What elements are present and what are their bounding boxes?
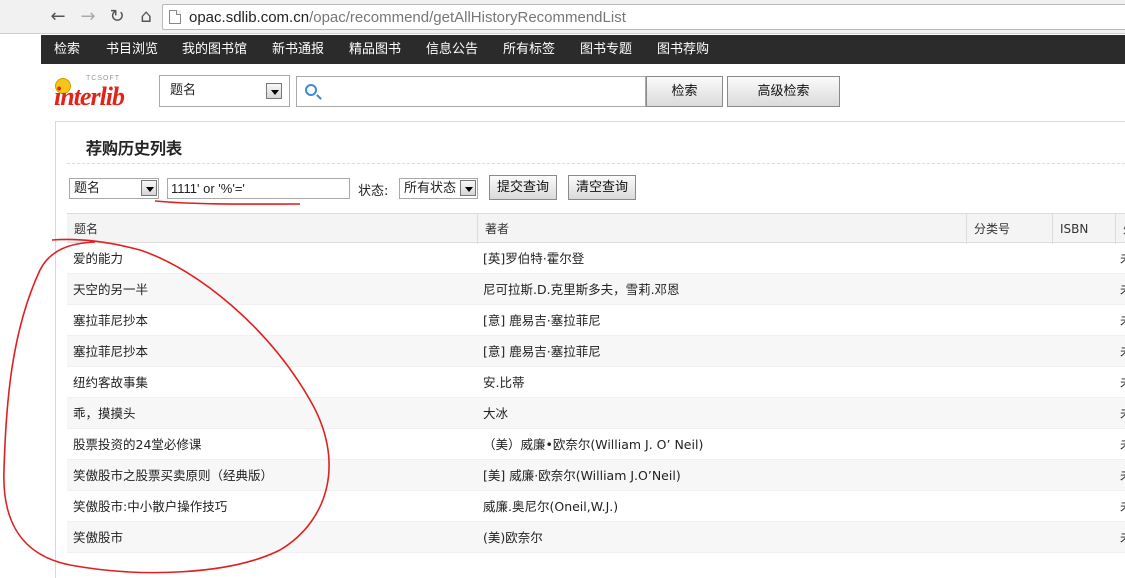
cell-status: 未 [1120, 491, 1125, 522]
page-icon [169, 10, 181, 24]
logo-tcsoft: TCSOFT [86, 75, 120, 82]
status-select-value: 所有状态 [404, 181, 457, 196]
cell-status: 未 [1120, 305, 1125, 336]
browser-toolbar: ← → ↻ ⌂ opac.sdlib.com.cn/opac/recommend… [0, 0, 1125, 34]
cell-status: 未 [1120, 336, 1125, 367]
cell-author: (美)欧奈尔 [483, 530, 543, 545]
table-row[interactable]: 笑傲股市 (美)欧奈尔 未 [67, 522, 1125, 553]
cell-title[interactable]: 塞拉菲尼抄本 [73, 336, 148, 367]
cell-status: 未 [1120, 460, 1125, 491]
cell-author: [意] 鹿易吉·塞拉菲尼 [483, 313, 601, 328]
submit-query-button[interactable]: 提交查询 [489, 175, 557, 200]
table-row[interactable]: 塞拉菲尼抄本 [意] 鹿易吉·塞拉菲尼 未 [67, 336, 1125, 367]
cell-title[interactable]: 爱的能力 [73, 243, 123, 274]
cell-author: [英]罗伯特·霍尔登 [483, 251, 585, 266]
address-bar[interactable]: opac.sdlib.com.cn/opac/recommend/getAllH… [162, 4, 1125, 30]
chevron-down-icon [141, 180, 157, 196]
divider [67, 163, 1125, 164]
cell-status: 未 [1120, 367, 1125, 398]
nav-item-my-library[interactable]: 我的图书馆 [182, 35, 247, 64]
url-path: /opac/recommend/getAllHistoryRecommendLi… [309, 9, 626, 26]
nav-item-announcements[interactable]: 信息公告 [426, 35, 478, 64]
cell-status: 未 [1120, 398, 1125, 429]
site-nav: 检索 书目浏览 我的图书馆 新书通报 精品图书 信息公告 所有标签 图书专题 图… [41, 35, 1125, 64]
cell-title[interactable]: 股票投资的24堂必修课 [73, 429, 201, 460]
cell-title[interactable]: 笑傲股市之股票买卖原则（经典版） [73, 460, 273, 491]
cell-author: 威廉.奥尼尔(Oneil,W.J.) [483, 499, 619, 514]
cell-author: （美）威廉•欧奈尔(William J. O’ Neil) [483, 437, 704, 452]
cell-author: 尼可拉斯.D.克里斯多夫，雪莉.邓恩 [483, 282, 680, 297]
reload-icon[interactable]: ↻ [106, 6, 128, 28]
table-row[interactable]: 笑傲股市之股票买卖原则（经典版） [美] 威廉·欧奈尔(William J.O’… [67, 460, 1125, 491]
search-field-select[interactable]: 题名 [159, 75, 290, 107]
column-header-author[interactable]: 著者 [477, 214, 966, 244]
nav-item-recommend[interactable]: 图书荐购 [657, 35, 709, 64]
nav-item-new-books[interactable]: 新书通报 [272, 35, 324, 64]
cell-status: 未 [1120, 429, 1125, 460]
cell-title[interactable]: 塞拉菲尼抄本 [73, 305, 148, 336]
clear-query-button[interactable]: 清空查询 [568, 175, 636, 200]
page-title: 荐购历史列表 [86, 139, 183, 158]
url-text: opac.sdlib.com.cn/opac/recommend/getAllH… [189, 9, 626, 26]
cell-title[interactable]: 笑傲股市 [73, 522, 123, 553]
search-input[interactable] [296, 76, 646, 107]
status-label: 状态: [358, 184, 389, 199]
chevron-down-icon [266, 83, 282, 99]
column-header-classno[interactable]: 分类号 [966, 214, 1052, 244]
filter-field-value: 题名 [74, 181, 101, 196]
forward-icon[interactable]: → [77, 6, 99, 28]
column-header-title[interactable]: 题名 [67, 214, 477, 244]
cell-title[interactable]: 乖，摸摸头 [73, 398, 136, 429]
cell-author: 大冰 [483, 406, 509, 421]
nav-item-tags[interactable]: 所有标签 [503, 35, 555, 64]
cell-title[interactable]: 笑傲股市:中小散户操作技巧 [73, 491, 227, 522]
table-header: 题名 著者 分类号 ISBN 处 [67, 213, 1125, 244]
column-header-isbn[interactable]: ISBN [1052, 214, 1115, 244]
cell-title[interactable]: 天空的另一半 [73, 274, 148, 305]
filter-query-input[interactable]: 1111' or '%'=' [167, 178, 350, 199]
search-icon [305, 84, 317, 96]
column-header-status[interactable]: 处 [1115, 214, 1125, 244]
cell-author: [美] 威廉·欧奈尔(William J.O’Neil) [483, 468, 681, 483]
url-host: opac.sdlib.com.cn [189, 9, 310, 26]
nav-item-featured[interactable]: 精品图书 [349, 35, 401, 64]
chevron-down-icon [460, 180, 476, 196]
home-icon[interactable]: ⌂ [135, 6, 157, 28]
table-row[interactable]: 纽约客故事集 安.比蒂 未 [67, 367, 1125, 398]
logo-word: interlib [54, 82, 125, 111]
nav-item-browse[interactable]: 书目浏览 [106, 35, 158, 64]
back-icon[interactable]: ← [47, 6, 69, 28]
cell-author: [意] 鹿易吉·塞拉菲尼 [483, 344, 601, 359]
search-button[interactable]: 检索 [646, 76, 723, 107]
nav-item-topics[interactable]: 图书专题 [580, 35, 632, 64]
cell-status: 未 [1120, 243, 1125, 274]
cell-status: 未 [1120, 522, 1125, 553]
table-row[interactable]: 塞拉菲尼抄本 [意] 鹿易吉·塞拉菲尼 未 [67, 305, 1125, 336]
table-row[interactable]: 股票投资的24堂必修课 （美）威廉•欧奈尔(William J. O’ Neil… [67, 429, 1125, 460]
table-row[interactable]: 爱的能力 [英]罗伯特·霍尔登 未 [67, 243, 1125, 274]
cell-author: 安.比蒂 [483, 375, 525, 390]
table-row[interactable]: 乖，摸摸头 大冰 未 [67, 398, 1125, 429]
table-row[interactable]: 笑傲股市:中小散户操作技巧 威廉.奥尼尔(Oneil,W.J.) 未 [67, 491, 1125, 522]
cell-status: 未 [1120, 274, 1125, 305]
search-field-value: 题名 [170, 83, 197, 98]
filter-field-select[interactable]: 题名 [69, 178, 159, 199]
advanced-search-button[interactable]: 高级检索 [727, 76, 840, 107]
interlib-logo[interactable]: TCSOFT interlib [54, 74, 154, 114]
table-row[interactable]: 天空的另一半 尼可拉斯.D.克里斯多夫，雪莉.邓恩 未 [67, 274, 1125, 305]
cell-title[interactable]: 纽约客故事集 [73, 367, 148, 398]
nav-item-search[interactable]: 检索 [54, 35, 80, 64]
status-select[interactable]: 所有状态 [399, 178, 478, 199]
